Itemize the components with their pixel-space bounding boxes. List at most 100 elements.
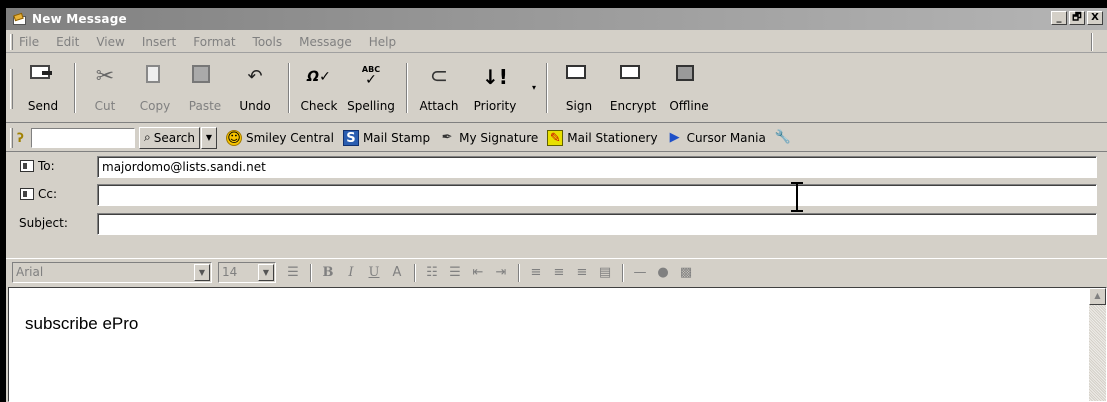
cut-button[interactable]: ✂ Cut (78, 59, 132, 117)
attach-button[interactable]: ⊂ Attach (412, 59, 466, 117)
bulleted-list-icon[interactable]: ☰ (444, 263, 466, 283)
to-field[interactable]: majordomo@lists.sandi.net (97, 156, 1097, 178)
horizontal-line-icon[interactable]: — (629, 263, 651, 283)
links-grip[interactable] (10, 127, 13, 148)
magnifier-icon: ⌕ (144, 130, 151, 144)
italic-icon[interactable]: I (340, 263, 362, 283)
paste-icon (192, 65, 210, 83)
send-button[interactable]: Send (16, 59, 70, 117)
search-input[interactable] (31, 127, 135, 148)
priority-icon: ↓! (482, 65, 508, 89)
copy-label: Copy (139, 99, 171, 113)
window-title: New Message (32, 12, 127, 26)
cut-label: Cut (94, 99, 116, 113)
new-message-icon (12, 11, 28, 27)
format-separator (518, 263, 520, 282)
toolbar-separator (546, 63, 548, 113)
check-label: Check (300, 99, 338, 113)
paste-button[interactable]: Paste (178, 59, 232, 117)
mail-stamp-link[interactable]: S Mail Stamp (342, 129, 431, 146)
underline-icon[interactable]: U (363, 263, 385, 283)
align-right-icon[interactable]: ≡ (571, 263, 593, 283)
menu-bar: File Edit View Insert Format Tools Messa… (6, 31, 1107, 53)
subject-label: Subject: (19, 216, 68, 230)
close-button[interactable]: X (1087, 11, 1103, 25)
menu-format[interactable]: Format (193, 35, 235, 49)
font-select[interactable]: Arial ▼ (12, 262, 212, 283)
subject-field[interactable] (97, 213, 1097, 235)
search-key-icon: ʔ (17, 130, 24, 145)
menu-separator (1091, 33, 1093, 51)
check-names-icon: Ω✓ (307, 69, 331, 85)
check-names-button[interactable]: Ω✓ Check (292, 59, 346, 117)
menu-edit[interactable]: Edit (56, 35, 79, 49)
increase-indent-icon[interactable]: ⇥ (490, 263, 512, 283)
justify-icon[interactable]: ▤ (594, 263, 616, 283)
cursor-arrow-icon: ▶ (669, 129, 680, 145)
undo-button[interactable]: ↶ Undo (228, 59, 282, 117)
menu-help[interactable]: Help (369, 35, 396, 49)
signature-icon: ✒ (441, 129, 453, 145)
restore-button[interactable]: 🗗 (1069, 11, 1085, 25)
vertical-scrollbar[interactable]: ▲ (1089, 288, 1106, 401)
menu-insert[interactable]: Insert (142, 35, 176, 49)
cursor-mania-link[interactable]: ▶ Cursor Mania (667, 130, 766, 146)
mail-stationery-link[interactable]: ✎ Mail Stationery (547, 129, 658, 146)
address-card-icon (20, 188, 34, 200)
menu-file[interactable]: File (19, 35, 39, 49)
menu-view[interactable]: View (96, 35, 124, 49)
minimize-button[interactable]: _ (1051, 11, 1067, 25)
font-size-select[interactable]: 14 ▼ (218, 262, 276, 283)
cc-label: Cc: (38, 187, 58, 201)
font-size-value: 14 (222, 265, 238, 279)
mail-stamp-label: Mail Stamp (362, 130, 431, 145)
sign-button[interactable]: Sign (552, 59, 606, 117)
spelling-button[interactable]: ABC ✓ Spelling (344, 59, 398, 117)
smiley-central-link[interactable]: ☺ Smiley Central (225, 129, 334, 146)
chevron-down-icon[interactable]: ▼ (258, 264, 274, 281)
cursor-mania-label: Cursor Mania (686, 130, 766, 145)
format-separator (414, 263, 416, 282)
toolbar-grip[interactable] (10, 69, 13, 109)
priority-button[interactable]: ↓! Priority (468, 59, 522, 117)
scroll-up-arrow-icon[interactable]: ▲ (1089, 288, 1106, 305)
ibeam-cursor-icon (791, 182, 803, 212)
cc-address-book-button[interactable]: Cc: (20, 187, 57, 201)
send-label: Send (27, 99, 59, 113)
align-left-icon[interactable]: ≡ (525, 263, 547, 283)
font-color-icon[interactable]: A (386, 263, 408, 283)
undo-icon: ↶ (247, 66, 263, 87)
message-body[interactable]: subscribe ePro ▲ (8, 287, 1107, 402)
links-toolbar: ʔ ⌕ Search ▼ ☺ Smiley Central S Mail Sta… (6, 124, 1107, 152)
toolbar-separator (288, 63, 290, 113)
spelling-icon: ABC ✓ (361, 65, 381, 88)
insert-picture-icon[interactable]: ▩ (675, 263, 697, 283)
search-dropdown-button[interactable]: ▼ (200, 126, 217, 149)
title-bar[interactable]: New Message _ 🗗 X (6, 8, 1107, 30)
encrypt-button[interactable]: Encrypt (606, 59, 660, 117)
smiley-central-label: Smiley Central (245, 130, 334, 145)
chevron-down-icon[interactable]: ▼ (194, 264, 210, 281)
cc-field[interactable] (97, 184, 1097, 206)
menu-message[interactable]: Message (299, 35, 352, 49)
mail-stationery-label: Mail Stationery (567, 130, 658, 145)
bold-icon[interactable]: B (317, 263, 339, 283)
align-center-icon[interactable]: ≡ (548, 263, 570, 283)
wrench-icon: 🔧 (774, 129, 792, 145)
numbered-list-icon[interactable]: ☷ (421, 263, 443, 283)
priority-dropdown-arrow[interactable]: ▾ (532, 83, 536, 92)
insert-hyperlink-icon[interactable]: ● (652, 263, 674, 283)
paste-label: Paste (188, 99, 222, 113)
paragraph-style-icon[interactable]: ☰ (282, 263, 304, 283)
menu-grip[interactable] (10, 33, 13, 50)
search-button[interactable]: ⌕ Search (139, 126, 200, 149)
tools-link[interactable]: 🔧 (775, 130, 795, 146)
decrease-indent-icon[interactable]: ⇤ (467, 263, 489, 283)
priority-label: Priority (473, 99, 517, 113)
menu-tools[interactable]: Tools (253, 35, 283, 49)
offline-button[interactable]: Offline (662, 59, 716, 117)
to-label: To: (38, 159, 55, 173)
my-signature-link[interactable]: ✒ My Signature (439, 129, 539, 146)
copy-button[interactable]: Copy (128, 59, 182, 117)
to-address-book-button[interactable]: To: (20, 159, 55, 173)
